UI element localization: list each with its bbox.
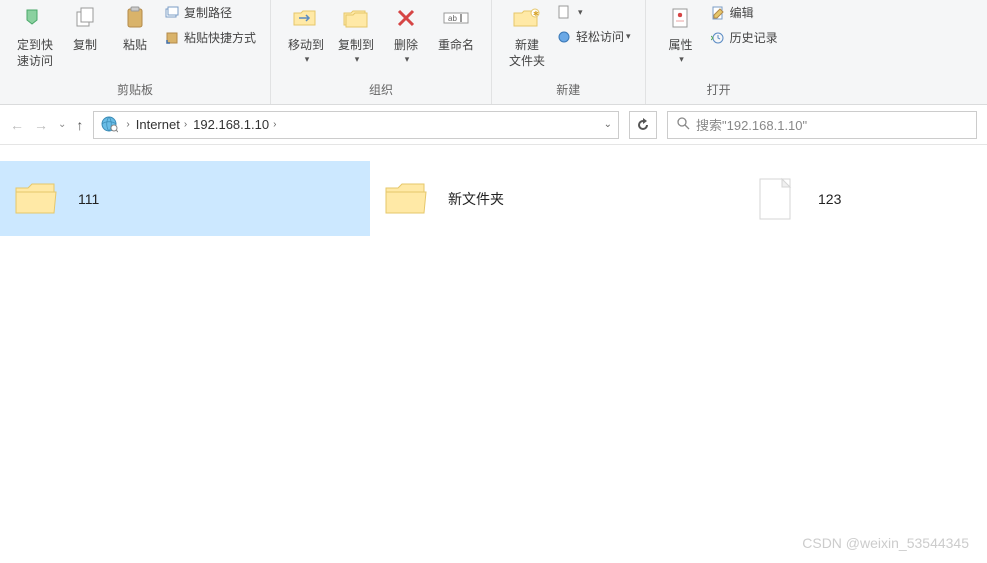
refresh-button[interactable] [629, 111, 657, 139]
copy-path-label: 复制路径 [184, 4, 232, 21]
properties-icon [665, 2, 697, 34]
pin-label: 定到快 速访问 [17, 38, 53, 69]
group-label-clipboard: 剪贴板 [117, 77, 153, 100]
file-icon [752, 175, 800, 223]
copy-button[interactable]: 复制 [60, 0, 110, 56]
properties-button[interactable]: 属性 ▾ [656, 0, 706, 67]
file-item[interactable]: 123 [740, 161, 980, 236]
rename-icon: ab [440, 2, 472, 34]
copy-label: 复制 [73, 38, 97, 54]
folder-icon [382, 175, 430, 223]
new-folder-button[interactable]: ✱ 新建 文件夹 [502, 0, 552, 71]
breadcrumb-internet[interactable]: Internet › [136, 117, 187, 132]
group-label-new: 新建 [556, 77, 580, 100]
forward-button[interactable]: → [34, 117, 48, 133]
search-icon [676, 116, 690, 133]
breadcrumb-separator-icon: › [273, 119, 276, 130]
copy-icon [69, 2, 101, 34]
edit-icon [710, 5, 726, 21]
watermark: CSDN @weixin_53544345 [802, 535, 969, 551]
group-label-organize: 组织 [369, 77, 393, 100]
folder-item[interactable]: 新文件夹 [370, 161, 740, 236]
edit-button[interactable]: 编辑 [706, 2, 782, 23]
internet-location-icon [100, 115, 120, 135]
move-to-icon [290, 2, 322, 34]
search-box[interactable]: 搜索"192.168.1.10" [667, 111, 977, 139]
svg-text:ab: ab [448, 14, 457, 23]
item-name: 111 [78, 191, 99, 207]
navigation-bar: ← → ⌄ ↑ › Internet › 192.168.1.10 › ⌄ 搜索… [0, 105, 987, 145]
rename-button[interactable]: ab 重命名 [431, 0, 481, 56]
easy-access-icon [556, 29, 572, 45]
move-to-label: 移动到 [288, 38, 324, 54]
file-list: 111 新文件夹 123 [0, 145, 987, 254]
properties-label: 属性 [669, 38, 693, 54]
breadcrumb-separator-icon: › [126, 119, 129, 130]
paste-shortcut-label: 粘贴快捷方式 [184, 29, 256, 46]
chevron-down-icon: ▾ [305, 54, 310, 65]
easy-access-label: 轻松访问 [576, 28, 624, 45]
paste-label: 粘贴 [123, 38, 147, 54]
refresh-icon [636, 118, 650, 132]
item-name: 123 [818, 191, 841, 207]
history-label: 历史记录 [730, 29, 778, 46]
delete-button[interactable]: 删除 ▾ [381, 0, 431, 67]
copy-path-button[interactable]: 复制路径 [160, 2, 260, 23]
history-icon [710, 30, 726, 46]
breadcrumb-label: Internet [136, 117, 180, 132]
back-button[interactable]: ← [10, 117, 24, 133]
breadcrumb-label: 192.168.1.10 [193, 117, 269, 132]
copy-path-icon [164, 5, 180, 21]
pin-to-quick-access-button[interactable]: 定到快 速访问 [10, 0, 60, 71]
item-name: 新文件夹 [448, 189, 504, 209]
delete-label: 删除 [394, 38, 418, 54]
folder-icon [12, 175, 60, 223]
new-folder-label: 新建 文件夹 [509, 38, 545, 69]
paste-icon [119, 2, 151, 34]
svg-text:✱: ✱ [533, 10, 539, 18]
up-button[interactable]: ↑ [76, 117, 83, 133]
delete-icon [390, 2, 422, 34]
ribbon-group-organize: 移动到 ▾ 复制到 ▾ 删除 ▾ ab 重命名 [271, 0, 492, 104]
paste-shortcut-button[interactable]: 粘贴快捷方式 [160, 27, 260, 48]
edit-label: 编辑 [730, 4, 754, 21]
chevron-down-icon: ▾ [626, 31, 631, 42]
ribbon: 定到快 速访问 复制 粘贴 复制路径 [0, 0, 987, 105]
folder-item[interactable]: 111 [0, 161, 370, 236]
chevron-down-icon: ▾ [679, 54, 684, 65]
new-item-icon [556, 4, 572, 20]
search-placeholder: 搜索"192.168.1.10" [696, 115, 807, 134]
history-button[interactable]: 历史记录 [706, 27, 782, 48]
chevron-down-icon: ▾ [405, 54, 410, 65]
breadcrumb-separator-icon: › [184, 119, 187, 130]
address-dropdown-button[interactable]: ⌄ [604, 119, 612, 130]
easy-access-button[interactable]: 轻松访问 ▾ [552, 26, 635, 47]
paste-shortcut-icon [164, 30, 180, 46]
copy-to-button[interactable]: 复制到 ▾ [331, 0, 381, 67]
new-item-button[interactable]: ▾ [552, 2, 635, 22]
chevron-down-icon: ▾ [578, 7, 583, 18]
chevron-down-icon: ▾ [355, 54, 360, 65]
ribbon-group-clipboard: 定到快 速访问 复制 粘贴 复制路径 [0, 0, 271, 104]
paste-button[interactable]: 粘贴 [110, 0, 160, 56]
ribbon-group-new: ✱ 新建 文件夹 ▾ 轻松访问 ▾ [492, 0, 646, 104]
move-to-button[interactable]: 移动到 ▾ [281, 0, 331, 67]
group-label-open: 打开 [707, 77, 731, 100]
copy-to-label: 复制到 [338, 38, 374, 54]
new-folder-icon: ✱ [511, 2, 543, 34]
pin-icon [19, 2, 51, 34]
address-bar[interactable]: › Internet › 192.168.1.10 › ⌄ [93, 111, 619, 139]
copy-to-icon [340, 2, 372, 34]
rename-label: 重命名 [438, 38, 474, 54]
ribbon-group-open: 属性 ▾ 编辑 历史记录 打开 [646, 0, 792, 104]
recent-locations-button[interactable]: ⌄ [58, 119, 66, 130]
breadcrumb-ip[interactable]: 192.168.1.10 › [193, 117, 276, 132]
